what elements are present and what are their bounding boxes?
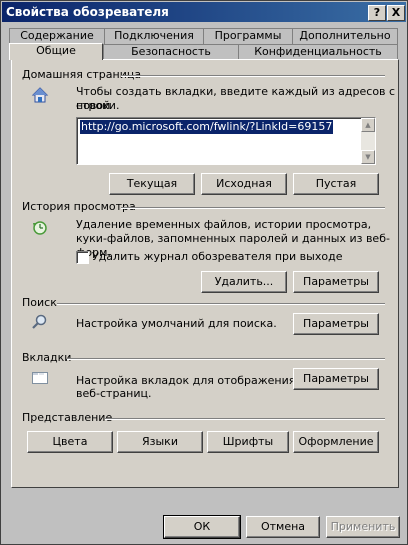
ok-button[interactable]: ОК	[163, 515, 241, 539]
languages-button[interactable]: Языки	[117, 431, 203, 453]
appearance-divider	[105, 418, 385, 420]
house-icon	[31, 86, 49, 104]
tab-general[interactable]: Общие	[9, 43, 103, 60]
history-description-1: Удаление временных файлов, истории просм…	[76, 218, 372, 231]
tab-connections[interactable]: Подключения	[104, 28, 204, 44]
use-blank-button[interactable]: Пустая	[293, 173, 379, 195]
homepage-description-2: строки.	[76, 99, 120, 112]
help-button[interactable]: ?	[368, 5, 386, 21]
title-bar[interactable]: Свойства обозревателя ? X	[2, 2, 406, 22]
history-divider	[121, 207, 385, 209]
homepage-url-text: http://go.microsoft.com/fwlink/?LinkId=6…	[80, 120, 334, 134]
use-current-button[interactable]: Текущая	[109, 173, 195, 195]
close-button[interactable]: X	[387, 5, 405, 21]
tab-programs[interactable]: Программы	[203, 28, 293, 44]
homepage-description-1: Чтобы создать вкладки, введите каждый из…	[76, 85, 396, 112]
search-description: Настройка умолчаний для поиска.	[76, 317, 277, 330]
use-default-button[interactable]: Исходная	[201, 173, 287, 195]
tabs-divider	[67, 358, 385, 360]
history-settings-button[interactable]: Параметры	[293, 271, 379, 293]
tab-content[interactable]: Содержание	[9, 28, 105, 44]
history-section-label: История просмотра	[22, 200, 136, 213]
scroll-up-icon[interactable]: ▲	[361, 118, 375, 132]
magnifier-icon	[31, 313, 49, 331]
apply-button[interactable]: Применить	[326, 516, 400, 538]
internet-options-dialog: Свойства обозревателя ? X Содержание Под…	[0, 0, 408, 545]
homepage-scrollbar[interactable]: ▲ ▼	[361, 118, 375, 164]
delete-history-on-exit-label[interactable]: Удалить журнал обозревателя при выходе	[92, 250, 342, 264]
tabs-description-2: веб-страниц.	[76, 387, 152, 400]
delete-history-on-exit-checkbox[interactable]	[76, 251, 89, 264]
homepage-url-field[interactable]: http://go.microsoft.com/fwlink/?LinkId=6…	[76, 117, 376, 165]
search-settings-button[interactable]: Параметры	[293, 313, 379, 335]
window-title: Свойства обозревателя	[6, 5, 169, 19]
tab-privacy[interactable]: Конфиденциальность	[238, 44, 398, 60]
colors-button[interactable]: Цвета	[27, 431, 113, 453]
scroll-down-icon[interactable]: ▼	[361, 150, 375, 164]
history-clock-icon	[31, 219, 49, 237]
tab-security[interactable]: Безопасность	[103, 44, 239, 60]
cancel-button[interactable]: Отмена	[246, 516, 320, 538]
tabs-window-icon	[31, 369, 49, 387]
appearance-section-label: Представление	[22, 411, 113, 424]
search-divider	[57, 303, 385, 305]
tabs-section-label: Вкладки	[22, 351, 72, 364]
tab-advanced[interactable]: Дополнительно	[292, 28, 398, 44]
tabs-settings-button[interactable]: Параметры	[293, 368, 379, 390]
tabs-description-1: Настройка вкладок для отображения	[76, 374, 296, 387]
accessibility-button[interactable]: Оформление	[293, 431, 379, 453]
search-section-label: Поиск	[22, 296, 57, 309]
delete-history-button[interactable]: Удалить...	[201, 271, 287, 293]
fonts-button[interactable]: Шрифты	[207, 431, 289, 453]
homepage-divider	[121, 75, 385, 77]
